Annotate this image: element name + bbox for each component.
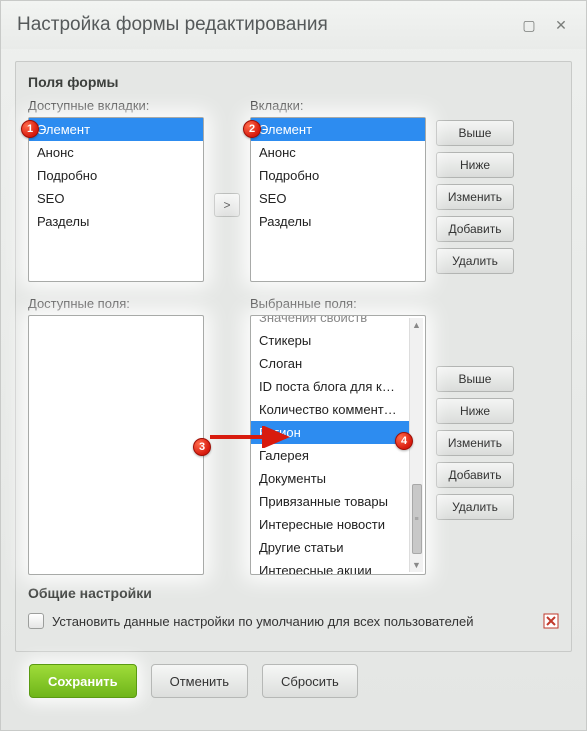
selected-fields-list[interactable]: 4 Значения свойствСтикерыСлоганID поста …: [250, 315, 426, 575]
list-item[interactable]: Подробно: [251, 164, 425, 187]
list-item[interactable]: Значения свойств: [251, 316, 409, 329]
list-item[interactable]: Документы: [251, 467, 409, 490]
list-item[interactable]: Элемент: [251, 118, 425, 141]
tabs-row: Доступные вкладки: 1 ЭлементАнонсПодробн…: [28, 98, 559, 282]
annotation-badge-3: 3: [193, 438, 211, 456]
selected-tabs-list[interactable]: 2 ЭлементАнонсПодробноSEOРазделы: [250, 117, 426, 282]
list-item[interactable]: Количество комментари: [251, 398, 409, 421]
available-fields-label: Доступные поля:: [28, 296, 204, 311]
tabs-buttons-col: Выше Ниже Изменить Добавить Удалить: [436, 98, 514, 274]
tabs-edit-button[interactable]: Изменить: [436, 184, 514, 210]
available-tabs-list[interactable]: 1 ЭлементАнонсПодробноSEOРазделы: [28, 117, 204, 282]
list-item[interactable]: SEO: [251, 187, 425, 210]
default-for-all-row: Установить данные настройки по умолчанию…: [28, 609, 559, 637]
list-item[interactable]: Разделы: [29, 210, 203, 233]
default-for-all-label: Установить данные настройки по умолчанию…: [52, 614, 473, 629]
list-item[interactable]: Другие статьи: [251, 536, 409, 559]
annotation-badge-4: 4: [395, 432, 413, 450]
common-settings: Общие настройки Установить данные настро…: [28, 585, 559, 637]
titlebar: Настройка формы редактирования ▢ ✕: [1, 1, 586, 49]
available-fields-col: Доступные поля: 3: [28, 296, 204, 575]
tabs-add-button[interactable]: Добавить: [436, 216, 514, 242]
available-fields-list[interactable]: 3: [28, 315, 204, 575]
close-icon[interactable]: ✕: [552, 16, 570, 34]
scroll-thumb[interactable]: ≡: [412, 484, 422, 554]
list-item[interactable]: Анонс: [251, 141, 425, 164]
list-item[interactable]: Привязанные товары: [251, 490, 409, 513]
list-item[interactable]: Интересные акции: [251, 559, 409, 574]
annotation-badge-2: 2: [243, 120, 261, 138]
scroll-down-icon[interactable]: ▼: [411, 558, 423, 572]
save-button[interactable]: Сохранить: [29, 664, 137, 698]
dialog-title: Настройка формы редактирования: [17, 14, 328, 36]
tabs-down-button[interactable]: Ниже: [436, 152, 514, 178]
move-tabs-col: >: [214, 98, 240, 217]
fields-add-button[interactable]: Добавить: [436, 462, 514, 488]
list-item[interactable]: Регион: [251, 421, 409, 444]
selected-fields-label: Выбранные поля:: [250, 296, 426, 311]
tabs-up-button[interactable]: Выше: [436, 120, 514, 146]
list-item[interactable]: Галерея: [251, 444, 409, 467]
default-for-all-checkbox[interactable]: [28, 613, 44, 629]
fields-delete-button[interactable]: Удалить: [436, 494, 514, 520]
list-item[interactable]: Слоган: [251, 352, 409, 375]
move-right-button[interactable]: >: [214, 193, 240, 217]
list-item[interactable]: Подробно: [29, 164, 203, 187]
list-item[interactable]: SEO: [29, 187, 203, 210]
tabs-delete-button[interactable]: Удалить: [436, 248, 514, 274]
fields-edit-button[interactable]: Изменить: [436, 430, 514, 456]
maximize-icon[interactable]: ▢: [520, 16, 538, 34]
selected-fields-col: Выбранные поля: 4 Значения свойствСтикер…: [250, 296, 426, 575]
cancel-button[interactable]: Отменить: [151, 664, 248, 698]
fields-up-button[interactable]: Выше: [436, 366, 514, 392]
move-fields-col: [214, 296, 240, 426]
footer: Сохранить Отменить Сбросить: [15, 652, 572, 698]
common-settings-title: Общие настройки: [28, 585, 559, 601]
list-item[interactable]: Интересные новости: [251, 513, 409, 536]
fields-buttons-col: Выше Ниже Изменить Добавить Удалить: [436, 296, 514, 520]
list-item[interactable]: Стикеры: [251, 329, 409, 352]
section-title-fields: Поля формы: [28, 74, 559, 90]
list-item[interactable]: Элемент: [29, 118, 203, 141]
dialog-body: Поля формы Доступные вкладки: 1 ЭлементА…: [1, 49, 586, 706]
selected-tabs-col: Вкладки: 2 ЭлементАнонсПодробноSEOРаздел…: [250, 98, 426, 282]
list-item[interactable]: ID поста блога для комм: [251, 375, 409, 398]
fields-row: Доступные поля: 3 Выбранные поля:: [28, 296, 559, 575]
reset-button[interactable]: Сбросить: [262, 664, 358, 698]
selected-tabs-label: Вкладки:: [250, 98, 426, 113]
available-tabs-label: Доступные вкладки:: [28, 98, 204, 113]
dialog: Настройка формы редактирования ▢ ✕ Поля …: [0, 0, 587, 731]
window-controls: ▢ ✕: [520, 16, 570, 34]
available-tabs-col: Доступные вкладки: 1 ЭлементАнонсПодробн…: [28, 98, 204, 282]
delete-settings-icon[interactable]: [543, 613, 559, 629]
fields-down-button[interactable]: Ниже: [436, 398, 514, 424]
annotation-badge-1: 1: [21, 120, 39, 138]
scroll-up-icon[interactable]: ▲: [411, 318, 423, 332]
fields-panel: Поля формы Доступные вкладки: 1 ЭлементА…: [15, 61, 572, 652]
list-item[interactable]: Разделы: [251, 210, 425, 233]
list-item[interactable]: Анонс: [29, 141, 203, 164]
